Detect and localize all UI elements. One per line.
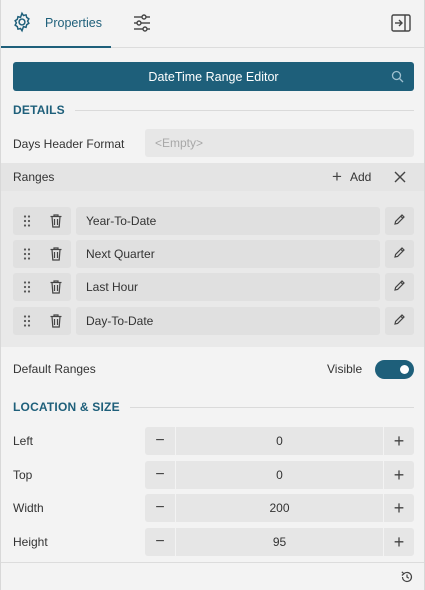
days-header-format-label: Days Header Format (13, 137, 125, 151)
range-name[interactable]: Last Hour (76, 273, 380, 301)
close-icon (394, 171, 406, 183)
increment-button[interactable]: + (384, 494, 414, 522)
editor-button-label: DateTime Range Editor (148, 69, 279, 84)
height-label: Height (13, 535, 48, 549)
decrement-button[interactable]: − (145, 528, 175, 556)
list-item: Next Quarter (1, 240, 424, 268)
drag-handle-icon[interactable] (22, 314, 32, 328)
width-value[interactable]: 200 (175, 494, 384, 522)
toggle-knob (400, 365, 409, 374)
collapse-panel-button[interactable] (390, 13, 412, 35)
panel-tabbar: Properties (1, 0, 424, 48)
pencil-icon (393, 246, 406, 262)
pencil-icon (393, 313, 406, 329)
add-range-label: Add (349, 170, 372, 184)
datetime-range-editor-button[interactable]: DateTime Range Editor (13, 62, 414, 91)
details-heading: DETAILS (13, 103, 65, 117)
tab-properties[interactable]: Properties (1, 0, 111, 48)
ranges-label: Ranges (13, 170, 55, 184)
list-item: Year-To-Date (1, 207, 424, 235)
plus-icon: + (332, 167, 342, 186)
edit-range-button[interactable] (385, 273, 414, 301)
height-value[interactable]: 95 (175, 528, 384, 556)
increment-button[interactable]: + (384, 427, 414, 455)
list-item: Last Hour (1, 273, 424, 301)
drag-handle-icon[interactable] (22, 214, 32, 228)
details-section-header: DETAILS (13, 102, 414, 118)
properties-panel: Properties DateTime Range Editor DETAILS… (0, 0, 425, 590)
range-controls (13, 240, 71, 268)
top-value[interactable]: 0 (175, 461, 384, 489)
delete-range-icon[interactable] (48, 246, 64, 262)
pencil-icon (393, 279, 406, 295)
search-icon (391, 70, 404, 83)
drag-handle-icon[interactable] (22, 247, 32, 261)
range-name[interactable]: Next Quarter (76, 240, 380, 268)
decrement-button[interactable]: − (145, 494, 175, 522)
top-stepper: − 0 + (145, 461, 414, 489)
location-size-heading: LOCATION & SIZE (13, 400, 120, 414)
left-value[interactable]: 0 (175, 427, 384, 455)
range-name[interactable]: Day-To-Date (76, 307, 380, 335)
clear-ranges-button[interactable] (393, 170, 407, 184)
height-stepper: − 95 + (145, 528, 414, 556)
top-label: Top (13, 468, 33, 482)
edit-range-button[interactable] (385, 240, 414, 268)
drag-handle-icon[interactable] (22, 280, 32, 294)
increment-button[interactable]: + (384, 528, 414, 556)
section-divider (129, 406, 414, 408)
delete-range-icon[interactable] (48, 313, 64, 329)
increment-button[interactable]: + (384, 461, 414, 489)
width-label: Width (13, 501, 44, 515)
delete-range-icon[interactable] (48, 213, 64, 229)
range-controls (13, 273, 71, 301)
gear-icon (11, 11, 33, 36)
tab-sliders[interactable] (129, 11, 155, 37)
reset-history-icon[interactable] (400, 570, 414, 584)
width-stepper: − 200 + (145, 494, 414, 522)
edit-range-button[interactable] (385, 207, 414, 235)
default-ranges-label: Default Ranges (13, 362, 96, 376)
pencil-icon (393, 213, 406, 229)
range-name[interactable]: Year-To-Date (76, 207, 380, 235)
range-controls (13, 307, 71, 335)
edit-range-button[interactable] (385, 307, 414, 335)
visible-label: Visible (327, 362, 363, 376)
list-item: Day-To-Date (1, 307, 424, 335)
ranges-list: Year-To-Date Next Quarter Last Hour Day-… (1, 191, 424, 347)
tab-properties-label: Properties (45, 16, 102, 30)
default-ranges-visible-toggle[interactable] (375, 360, 414, 379)
range-controls (13, 207, 71, 235)
location-size-section-header: LOCATION & SIZE (13, 399, 414, 415)
ranges-header: Ranges + Add (1, 163, 424, 191)
left-label: Left (13, 434, 34, 448)
section-divider (74, 109, 414, 111)
panel-collapse-icon (391, 13, 411, 35)
panel-footer (1, 562, 424, 590)
add-range-button[interactable]: + Add (332, 167, 372, 186)
decrement-button[interactable]: − (145, 461, 175, 489)
days-header-format-field[interactable]: <Empty> (145, 129, 414, 157)
decrement-button[interactable]: − (145, 427, 175, 455)
delete-range-icon[interactable] (48, 279, 64, 295)
sliders-icon (132, 13, 152, 36)
left-stepper: − 0 + (145, 427, 414, 455)
